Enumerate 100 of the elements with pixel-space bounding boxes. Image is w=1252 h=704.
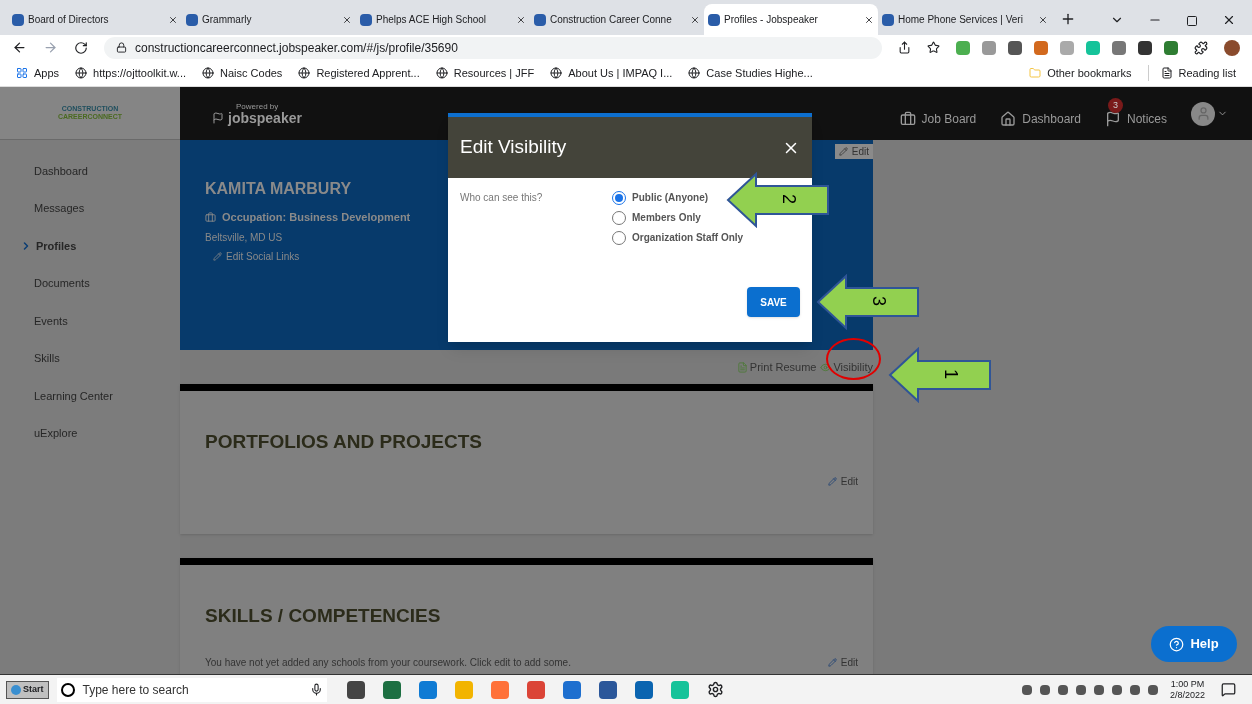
site-icon [186, 13, 198, 26]
browser-tab[interactable]: Grammarly [182, 4, 356, 35]
sidebar-item[interactable]: Skills [0, 339, 180, 377]
pencil-icon [827, 477, 837, 486]
tray-icon[interactable] [1147, 684, 1158, 695]
nav-link[interactable]: Notices 3 [1105, 97, 1167, 130]
browser-tab[interactable]: Phelps ACE High School [356, 4, 530, 35]
nav-link[interactable]: Job Board [899, 97, 977, 130]
user-menu[interactable] [1191, 101, 1228, 126]
sidebar-item[interactable]: Profiles [0, 227, 180, 265]
tray-icon[interactable] [1093, 684, 1104, 695]
pencil-icon [827, 658, 837, 667]
help-button[interactable]: Help [1151, 626, 1237, 662]
taskbar-app-icon[interactable] [382, 680, 401, 699]
microphone-icon [309, 683, 323, 696]
sidebar-item[interactable]: Messages [0, 189, 180, 227]
site-icon [360, 13, 372, 26]
extension-icon[interactable] [1008, 40, 1022, 55]
bookmark[interactable]: About Us | IMPAQ I... [550, 64, 673, 82]
taskbar-app-icon[interactable] [346, 680, 365, 699]
save-button[interactable]: SAVE [747, 287, 800, 317]
taskbar-app-icon[interactable] [562, 680, 581, 699]
user-icon [1195, 106, 1211, 121]
clock[interactable]: 1:00 PM 2/8/2022 [1169, 678, 1205, 701]
browser-tab[interactable]: Board of Directors [8, 4, 182, 35]
section-title: PORTFOLIOS AND PROJECTS [205, 430, 482, 454]
other-bookmarks[interactable]: Other bookmarks [1029, 64, 1132, 82]
taskbar-app-icon[interactable] [598, 680, 617, 699]
back-icon[interactable] [12, 40, 27, 55]
site-icon [688, 67, 701, 79]
briefcase-icon [205, 211, 216, 223]
close-window-icon[interactable] [1222, 13, 1236, 27]
close-icon [864, 14, 874, 25]
maximize-icon[interactable] [1186, 15, 1198, 27]
folder-icon [1029, 67, 1042, 79]
sidebar-item[interactable]: Learning Center [0, 377, 180, 415]
dialog-title: Edit Visibility [460, 135, 568, 160]
list-icon [1160, 67, 1173, 79]
site-icon [534, 13, 546, 26]
site-icon [882, 13, 894, 26]
browser-tab[interactable]: Profiles - Jobspeaker [704, 4, 878, 35]
brand-logo[interactable]: Powered by jobspeaker [212, 102, 302, 125]
circle-highlight [826, 338, 881, 380]
new-tab-icon[interactable] [1060, 11, 1076, 27]
section-title: SKILLS / COMPETENCIES [205, 604, 441, 628]
edit-link[interactable]: Edit [834, 144, 873, 159]
tray-icon[interactable] [1021, 684, 1032, 695]
occupation: Occupation: Business Development [205, 209, 411, 226]
bookmark[interactable]: Resources | JFF [435, 64, 535, 82]
question-label: Who can see this? [460, 191, 544, 205]
taskbar-search-field[interactable]: Type here to search [56, 677, 327, 702]
tray-icon[interactable] [1129, 684, 1140, 695]
bookmark[interactable]: https://ojttoolkit.w... [75, 64, 186, 82]
site-icon [75, 67, 88, 79]
site-icon [435, 67, 448, 79]
settings-icon[interactable] [706, 681, 724, 698]
bookmark[interactable]: Case Studies Highe... [688, 64, 813, 82]
share-icon [898, 41, 911, 54]
taskbar-app-icon[interactable] [526, 680, 545, 699]
taskbar-app-icon[interactable] [634, 680, 653, 699]
close-icon [1038, 14, 1048, 25]
eye-icon [820, 361, 832, 373]
bookmark[interactable]: Registered Apprent... [298, 64, 420, 82]
reading-list[interactable]: Reading list [1147, 64, 1236, 82]
help-icon [1169, 636, 1185, 652]
bookmark[interactable]: Apps [16, 64, 60, 82]
location: Beltsville, MD US [205, 230, 283, 245]
address-bar[interactable]: constructioncareerconnect.jobspeaker.com/#/js/profile/35690 [104, 36, 882, 59]
browser-tab[interactable]: Home Phone Services | Veri [878, 4, 1052, 35]
profile-avatar[interactable] [1224, 39, 1240, 56]
reload-icon[interactable] [74, 40, 88, 55]
forward-icon[interactable] [43, 40, 58, 55]
sidebar-item[interactable]: Documents [0, 264, 180, 302]
pencil-icon [213, 251, 222, 261]
sidebar-item[interactable]: uExplore [0, 414, 180, 452]
site-icon [708, 13, 720, 26]
callout-number: 3 [870, 296, 888, 306]
browser-tab[interactable]: Construction Career Conne [530, 4, 704, 35]
pencil-icon [838, 147, 848, 156]
site-icon [550, 67, 563, 79]
radio-option[interactable]: Organization Staff Only [612, 230, 744, 245]
tray-icon[interactable] [1111, 684, 1122, 695]
bookmark[interactable]: Naisc Codes [202, 64, 283, 82]
site-icon [12, 13, 24, 26]
close-icon [516, 14, 526, 25]
radio-option[interactable]: Public (Anyone) [612, 190, 709, 205]
bookmark-star-icon[interactable] [927, 41, 940, 54]
nav-link[interactable]: Dashboard [1000, 97, 1081, 130]
sidebar-item[interactable]: Dashboard [0, 152, 180, 190]
start-button[interactable]: Start [6, 680, 49, 699]
sidebar-item[interactable]: Events [0, 302, 180, 340]
tray-icon[interactable] [1039, 684, 1050, 695]
tray-icon[interactable] [1057, 684, 1068, 695]
extension-icon[interactable] [1138, 40, 1152, 55]
tray-icon[interactable] [1075, 684, 1086, 695]
radio-option[interactable]: Members Only [612, 210, 701, 225]
notification-badge: 3 [1108, 97, 1123, 113]
notifications-icon[interactable] [1221, 682, 1236, 697]
extensions-icon[interactable] [1194, 40, 1208, 55]
taskbar-app-icon[interactable] [418, 680, 437, 699]
